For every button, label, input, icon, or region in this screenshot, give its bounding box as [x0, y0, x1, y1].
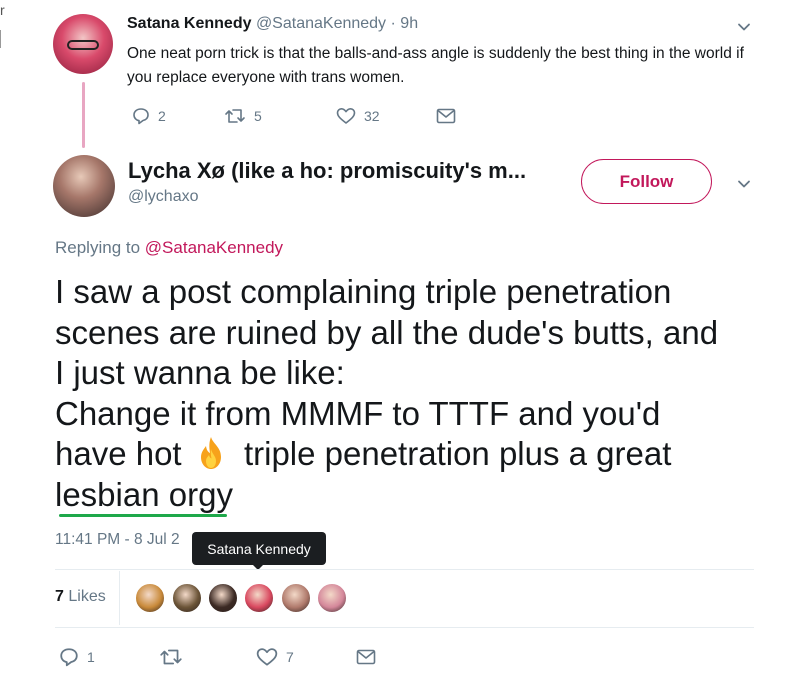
liker-avatar[interactable] [317, 583, 347, 613]
liker-avatar[interactable] [135, 583, 165, 613]
parent-header: Satana Kennedy @SatanaKennedy · 9h [127, 15, 418, 33]
parent-reply-action[interactable]: 2 [132, 107, 224, 125]
retweet-icon [160, 649, 182, 665]
parent-separator: · [390, 15, 396, 32]
parent-actions: 2 5 32 [132, 107, 456, 125]
envelope-icon [356, 649, 376, 665]
chevron-down-icon[interactable] [737, 177, 751, 191]
fire-emoji-icon [191, 435, 231, 469]
liker-avatar[interactable] [172, 583, 202, 613]
tweet-text: I saw a post complaining triple penetrat… [55, 272, 775, 515]
parent-tweet-text: One neat porn trick is that the balls-an… [127, 45, 744, 86]
parent-display-name[interactable]: Satana Kennedy [127, 15, 251, 32]
divider [55, 569, 754, 570]
parent-handle[interactable]: @SatanaKennedy [256, 15, 386, 32]
parent-like-action[interactable]: 32 [336, 107, 436, 125]
tweet-text-fragment: have hot [55, 435, 182, 472]
tweet-text-line: Change it from MMMF to TTTF and you'd [55, 394, 661, 432]
parent-retweet-action[interactable]: 5 [224, 107, 336, 125]
replying-to: Replying to @SatanaKennedy [55, 238, 283, 258]
heart-icon [336, 108, 356, 124]
tweet-timestamp[interactable]: 11:41 PM - 8 Jul 2 [55, 531, 180, 549]
liker-avatar[interactable] [244, 583, 274, 613]
parent-timestamp[interactable]: 9h [400, 15, 418, 32]
tweet-text-line: I just wanna be like: [55, 354, 345, 391]
likes-word: Likes [68, 588, 106, 605]
envelope-icon [436, 108, 456, 124]
parent-like-count: 32 [364, 108, 380, 124]
dm-action[interactable] [356, 649, 376, 665]
parent-dm-action[interactable] [436, 108, 456, 124]
parent-avatar[interactable] [53, 14, 113, 74]
parent-retweet-count: 5 [254, 108, 262, 124]
reply-count: 1 [87, 649, 95, 665]
like-count: 7 [286, 649, 294, 665]
tweet-text-line: scenes are ruined by all the dude's butt… [55, 313, 719, 351]
tweet-text-fragment: triple penetration plus a great [243, 435, 672, 472]
likes-separator [119, 571, 120, 625]
heart-icon [256, 648, 278, 666]
tweet-actions: 1 7 [59, 647, 376, 667]
parent-tweet[interactable]: Satana Kennedy @SatanaKennedy · 9h One n… [0, 0, 801, 148]
tweet-avatar[interactable] [53, 155, 115, 217]
tweet-text-line: I saw a post complaining triple penetrat… [55, 273, 672, 310]
tweet-display-name[interactable]: Lycha Xø (like a ho: promiscuity's m... [128, 158, 526, 184]
liker-avatar[interactable] [208, 583, 238, 613]
reply-action[interactable]: 1 [59, 647, 159, 667]
spellcheck-underline [59, 514, 227, 517]
divider [55, 627, 754, 628]
tweet-text-line: lesbian orgy [55, 475, 233, 513]
parent-reply-count: 2 [158, 108, 166, 124]
replying-to-prefix: Replying to [55, 238, 141, 257]
replying-to-mention[interactable]: @SatanaKennedy [145, 238, 283, 257]
likes-number: 7 [55, 588, 64, 605]
like-action[interactable]: 7 [256, 647, 356, 667]
reply-icon [133, 108, 149, 125]
tweet-text-line: have hot triple penetration plus a great [55, 434, 775, 475]
follow-button[interactable]: Follow [581, 159, 712, 204]
liker-avatar[interactable] [281, 583, 311, 613]
avatar-glasses [67, 40, 99, 50]
thread-connector [82, 82, 85, 148]
tooltip: Satana Kennedy [192, 532, 326, 565]
chevron-down-icon[interactable] [737, 20, 751, 34]
retweet-action[interactable] [159, 647, 256, 667]
likes-count[interactable]: 7 Likes [55, 588, 106, 606]
tweet-handle[interactable]: @lychaxo [128, 188, 199, 206]
reply-icon [60, 648, 78, 667]
retweet-icon [225, 109, 245, 123]
